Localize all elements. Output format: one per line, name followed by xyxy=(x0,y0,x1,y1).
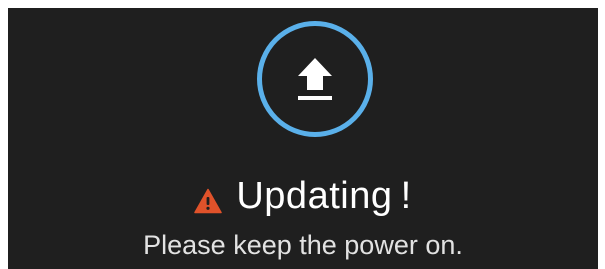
warning-icon xyxy=(194,188,223,214)
update-screen: Updating ! Please keep the power on. xyxy=(8,8,598,269)
upload-icon xyxy=(257,21,373,137)
status-row: Updating ! xyxy=(8,171,598,221)
status-message: Please keep the power on. xyxy=(143,230,463,260)
status-title: Updating ! xyxy=(236,174,412,217)
